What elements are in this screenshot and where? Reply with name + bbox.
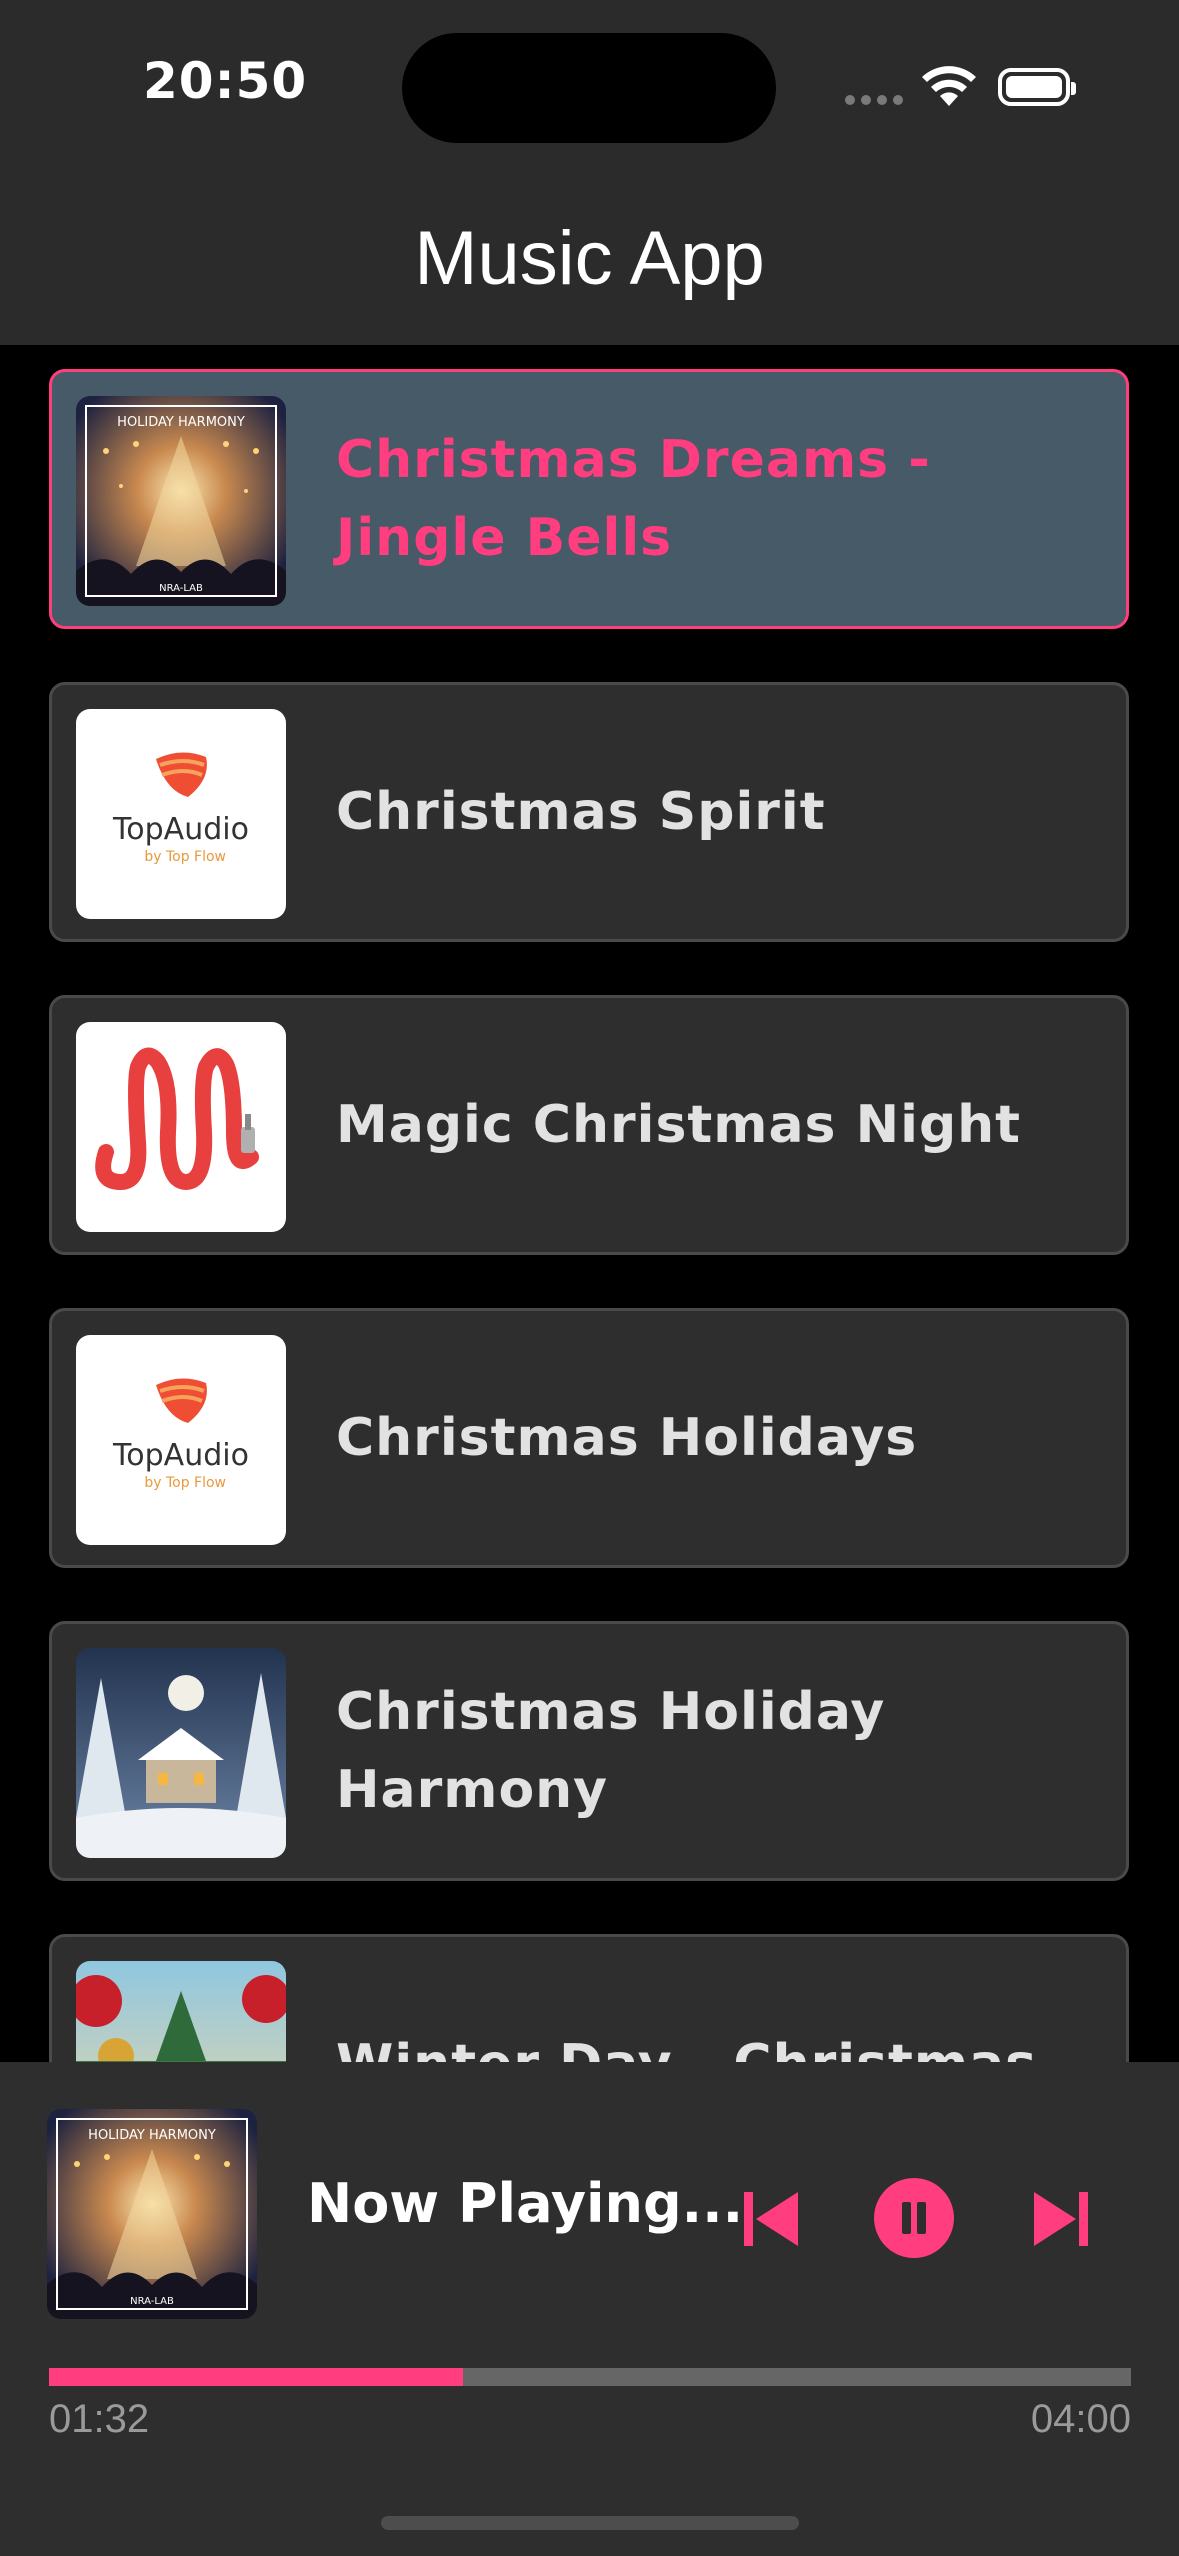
album-art-m-cable-logo bbox=[76, 1022, 286, 1232]
track-title: Winter Day - Christmas bbox=[336, 2025, 1086, 2062]
pause-button[interactable] bbox=[874, 2178, 954, 2258]
wifi-icon bbox=[922, 66, 976, 106]
app-title: Music App bbox=[414, 216, 765, 301]
track-row-christmas-dreams[interactable]: HOLIDAY HARMONY NRA-LAB Christmas Dreams… bbox=[49, 369, 1129, 629]
top-bar: 20:50 Music App bbox=[0, 0, 1179, 345]
progress-fill bbox=[49, 2368, 464, 2386]
battery-icon bbox=[998, 68, 1076, 106]
track-title: Christmas Spirit bbox=[336, 782, 826, 842]
album-art-christmas-ornaments bbox=[76, 1961, 286, 2062]
status-time: 20:50 bbox=[143, 52, 308, 110]
track-list[interactable]: HOLIDAY HARMONY NRA-LAB Christmas Dreams… bbox=[0, 345, 1179, 2062]
album-art-holiday-harmony: HOLIDAY HARMONY NRA-LAB bbox=[76, 396, 286, 606]
skip-next-icon[interactable] bbox=[1032, 2188, 1090, 2250]
track-title: Christmas Dreams - Jingle Bells bbox=[336, 430, 931, 568]
now-playing-bar: HOLIDAY HARMONY NRA-LAB Now Playing... 0… bbox=[0, 2062, 1179, 2556]
svg-text:TopAudio: TopAudio bbox=[112, 1438, 249, 1473]
cellular-signal-icon bbox=[845, 95, 903, 105]
artwork-label-text: NRA-LAB bbox=[159, 583, 203, 594]
artwork-title-text: HOLIDAY HARMONY bbox=[117, 415, 245, 430]
svg-text:HOLIDAY HARMONY: HOLIDAY HARMONY bbox=[88, 2128, 216, 2143]
track-title: Christmas Holiday Harmony bbox=[336, 1682, 886, 1820]
skip-previous-icon[interactable] bbox=[742, 2188, 800, 2250]
track-title: Magic Christmas Night bbox=[336, 1095, 1022, 1155]
svg-text:by Top Flow: by Top Flow bbox=[144, 849, 226, 865]
album-art-topaudio-logo: TopAudio by Top Flow bbox=[76, 1335, 286, 1545]
track-title: Christmas Holidays bbox=[336, 1408, 918, 1468]
track-row-christmas-spirit[interactable]: TopAudio by Top Flow Christmas Spirit bbox=[49, 682, 1129, 942]
album-art-topaudio-logo: TopAudio by Top Flow bbox=[76, 709, 286, 919]
track-row-magic-christmas-night[interactable]: Magic Christmas Night bbox=[49, 995, 1129, 1255]
player-album-art: HOLIDAY HARMONY NRA-LAB bbox=[47, 2109, 257, 2319]
svg-text:by Top Flow: by Top Flow bbox=[144, 1475, 226, 1491]
svg-text:TopAudio: TopAudio bbox=[112, 812, 249, 847]
progress-bar[interactable] bbox=[49, 2368, 1131, 2386]
album-art-snowy-village bbox=[76, 1648, 286, 1858]
svg-text:NRA-LAB: NRA-LAB bbox=[130, 2296, 174, 2307]
pause-icon bbox=[902, 2202, 926, 2234]
track-row-christmas-holidays[interactable]: TopAudio by Top Flow Christmas Holidays bbox=[49, 1308, 1129, 1568]
elapsed-time: 01:32 bbox=[49, 2397, 150, 2441]
dynamic-island bbox=[402, 33, 776, 143]
home-indicator bbox=[381, 2516, 799, 2530]
duration-time: 04:00 bbox=[1030, 2397, 1131, 2441]
track-row-winter-day[interactable]: Winter Day - Christmas bbox=[49, 1934, 1129, 2062]
now-playing-label: Now Playing... bbox=[307, 2172, 744, 2235]
track-row-christmas-holiday-harmony[interactable]: Christmas Holiday Harmony bbox=[49, 1621, 1129, 1881]
